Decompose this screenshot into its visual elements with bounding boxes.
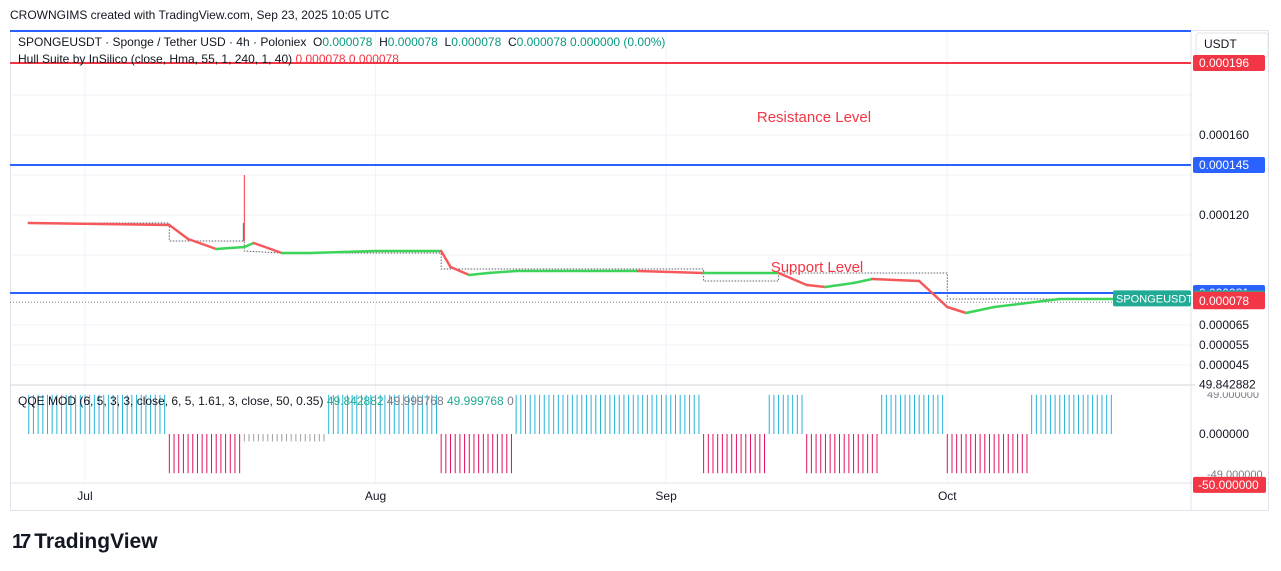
time-tick-label: Oct bbox=[938, 489, 957, 503]
price-tick-label: 0.000055 bbox=[1199, 338, 1249, 352]
change-value: 0.000000 (0.00%) bbox=[570, 35, 666, 49]
hull-segment bbox=[946, 305, 968, 315]
hull-segment bbox=[252, 241, 284, 255]
qqe-tick-label: 49.842882 bbox=[1199, 377, 1256, 391]
price-tick-label: 0.000120 bbox=[1199, 208, 1249, 222]
price-tick-label: 0.000045 bbox=[1199, 358, 1249, 372]
hull-segment bbox=[27, 221, 171, 227]
currency-label: USDT bbox=[1204, 37, 1237, 51]
hull-segment bbox=[824, 281, 855, 289]
time-tick-label: Jul bbox=[77, 489, 92, 503]
hull-segment bbox=[636, 269, 705, 275]
price-step-line bbox=[28, 222, 1116, 300]
level-lines bbox=[10, 30, 1191, 303]
hull-segment bbox=[964, 305, 996, 315]
symbol-badge-label: SPONGEUSDT bbox=[1116, 293, 1193, 305]
hull-segment bbox=[486, 269, 518, 275]
qqe-value-4: 0 bbox=[507, 394, 514, 408]
hull-segment bbox=[449, 265, 471, 277]
hull-segment bbox=[308, 249, 377, 255]
hull-segment bbox=[243, 241, 255, 249]
open-value: 0.000078 bbox=[322, 35, 373, 49]
hull-segment bbox=[468, 271, 490, 277]
hull-segment bbox=[214, 245, 246, 251]
qqe-tick-label: 0.000000 bbox=[1199, 427, 1249, 441]
price-tick-label: 0.000065 bbox=[1199, 318, 1249, 332]
time-tick-label: Sep bbox=[655, 489, 677, 503]
hull-segment bbox=[871, 277, 921, 283]
symbol-legend: SPONGEUSDT · Sponge / Tether USD · 4h · … bbox=[18, 35, 666, 49]
hull-segment bbox=[805, 283, 827, 289]
qqe-badge-label: -50.000000 bbox=[1198, 478, 1259, 492]
price-badge-label: 0.000078 bbox=[1199, 294, 1249, 308]
indicator-legend: Hull Suite by InSilico (close, Hma, 55, … bbox=[18, 52, 399, 66]
low-value: 0.000078 bbox=[451, 35, 502, 49]
hull-segment bbox=[439, 249, 452, 269]
tradingview-mark-icon: 17 bbox=[12, 530, 31, 553]
price-badge-label: 0.000196 bbox=[1199, 56, 1249, 70]
indicator-title[interactable]: Hull Suite by InSilico (close, Hma, 55, … bbox=[18, 52, 292, 66]
qqe-value-2: 49.999768 bbox=[386, 394, 444, 408]
tradingview-logo[interactable]: 17 TradingView bbox=[12, 530, 158, 554]
indicator-value-1: 0.000078 bbox=[295, 52, 346, 66]
high-value: 0.000078 bbox=[387, 35, 438, 49]
hull-segment bbox=[992, 297, 1062, 309]
hull-segment bbox=[168, 223, 190, 241]
hull-segment bbox=[852, 277, 874, 285]
resistance-label: Resistance Level bbox=[757, 109, 871, 126]
price-badge-label: 0.000145 bbox=[1199, 158, 1249, 172]
symbol-title[interactable]: SPONGEUSDT · Sponge / Tether USD · 4h · … bbox=[18, 35, 306, 49]
support-label: Support Level bbox=[771, 259, 864, 276]
indicator-value-2: 0.000078 bbox=[348, 52, 399, 66]
qqe-legend: QQE MOD (6, 5, 3, 3, close, 6, 5, 1.61, … bbox=[18, 394, 514, 408]
price-chart[interactable]: USDT 0.000160 0.000120 0.000065 0.000055 0.00… bbox=[0, 0, 1281, 571]
qqe-title[interactable]: QQE MOD (6, 5, 3, 3, close, 6, 5, 1.61, … bbox=[18, 394, 323, 408]
tradingview-wordmark: TradingView bbox=[34, 530, 158, 553]
qqe-value-3: 49.999768 bbox=[446, 394, 504, 408]
price-tick-label: 0.000160 bbox=[1199, 128, 1249, 142]
axes: USDT 0.000160 0.000120 0.000065 0.000055 0.00… bbox=[77, 32, 1269, 503]
qqe-value-1: 49.842882 bbox=[326, 394, 384, 408]
close-value: 0.000078 bbox=[516, 35, 567, 49]
time-tick-label: Aug bbox=[365, 489, 386, 503]
